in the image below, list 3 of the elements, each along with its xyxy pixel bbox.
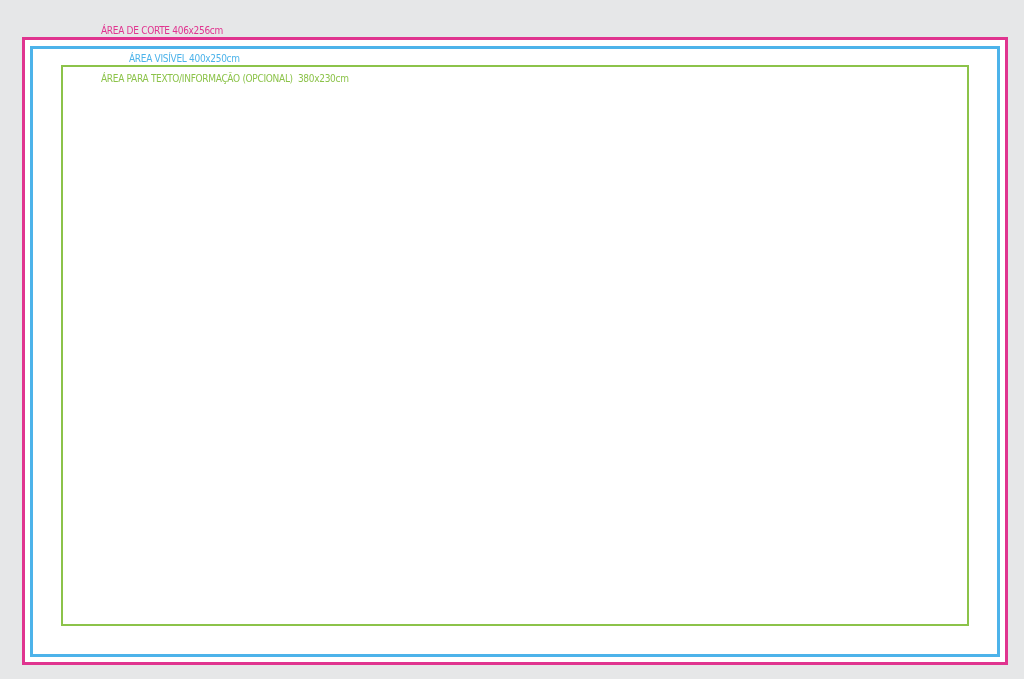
area-label: ÁREA VISÍVEL 400x250cm <box>129 52 240 65</box>
area-label: ÁREA PARA TEXTO/INFORMAÇÃO (OPCIONAL) 380x230cm <box>101 72 349 85</box>
area-label: ÁREA DE CORTE 406x256cm <box>101 24 223 37</box>
